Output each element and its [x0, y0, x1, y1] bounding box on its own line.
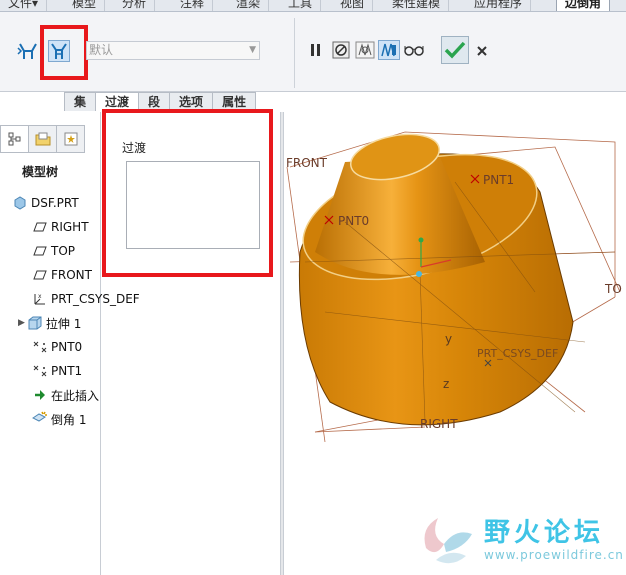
- insert-arrow-icon: [32, 387, 48, 403]
- tree-item-front[interactable]: FRONT: [32, 264, 92, 286]
- tree-item-label: PRT_CSYS_DEF: [51, 292, 140, 306]
- extrude-icon: [27, 315, 43, 331]
- tree-item-label: 在此插入: [51, 388, 100, 403]
- tab-applications[interactable]: 应用程序: [466, 0, 532, 11]
- no-preview-icon[interactable]: [331, 40, 351, 60]
- tab-model[interactable]: 模型: [64, 0, 106, 11]
- tree-item-part[interactable]: DSF.PRT: [12, 192, 79, 214]
- tree-item-csys[interactable]: x PRT_CSYS_DEF: [32, 288, 140, 310]
- set-mode-icon[interactable]: [17, 40, 39, 62]
- folder-browser-tab[interactable]: [28, 125, 57, 153]
- toolbar-separator: [294, 18, 295, 88]
- tree-item-label: TOP: [51, 244, 76, 258]
- watermark-logo-icon: [424, 518, 472, 564]
- tree-item-pnt0[interactable]: PNT0: [32, 336, 82, 358]
- tab-file[interactable]: 文件▾: [0, 0, 48, 11]
- tab-edge-chamfer[interactable]: 边倒角: [556, 0, 611, 11]
- tab-analysis[interactable]: 分析: [114, 0, 156, 11]
- watermark-url: www.proewildfire.cn: [484, 548, 624, 562]
- transitions-label: 过渡: [122, 141, 147, 155]
- tab-view[interactable]: 视图: [332, 0, 374, 11]
- model-tree-tab[interactable]: [0, 125, 29, 153]
- transitions-panel: 过渡: [102, 109, 273, 277]
- tree-item-label: FRONT: [51, 268, 92, 282]
- chevron-down-icon: ▼: [249, 45, 256, 55]
- tab-flexible-modeling[interactable]: 柔性建模: [384, 0, 450, 11]
- datum-point-icon: [32, 363, 48, 379]
- tree-item-insert-here[interactable]: 在此插入: [32, 384, 99, 406]
- tree-item-pnt1[interactable]: PNT1: [32, 360, 82, 382]
- datum-plane-icon: [32, 219, 48, 235]
- graphics-viewport[interactable]: FRONT TO RIGHT PNT0 PNT1 PRT_CSYS_DEF y …: [285, 112, 626, 575]
- csys-icon: x: [32, 291, 48, 307]
- model-tree-title: 模型树: [22, 165, 59, 179]
- separate-preview-icon[interactable]: [354, 40, 376, 60]
- dropdown-value: 默认: [89, 43, 114, 57]
- chamfer-set-dropdown[interactable]: 默认 ▼: [86, 41, 260, 60]
- tree-item-label: 倒角 1: [51, 412, 87, 427]
- datum-point-icon: [32, 339, 48, 355]
- favorites-tab[interactable]: [56, 125, 85, 153]
- tree-item-label: 拉伸 1: [45, 316, 82, 331]
- front-plane-label: FRONT: [286, 156, 328, 170]
- tab-annotate[interactable]: 注释: [172, 0, 214, 11]
- top-plane-label: TO: [604, 282, 622, 296]
- verify-preview-icon[interactable]: [378, 40, 400, 60]
- transitions-list[interactable]: [126, 161, 260, 249]
- expand-arrow-icon[interactable]: ▶: [18, 318, 25, 328]
- folder-icon: [35, 132, 50, 146]
- pause-icon[interactable]: [307, 40, 325, 60]
- datum-plane-icon: [32, 243, 48, 259]
- tab-sets[interactable]: 集: [64, 92, 97, 111]
- navigator-tabs: [0, 125, 85, 153]
- tree-item-label: PNT0: [51, 340, 83, 354]
- tab-tools[interactable]: 工具: [280, 0, 322, 11]
- tree-item-label: PNT1: [51, 364, 83, 378]
- right-plane-label: RIGHT: [420, 417, 458, 431]
- transition-mode-highlight: [40, 25, 88, 80]
- panel-splitter[interactable]: [280, 112, 284, 575]
- pnt0-label: PNT0: [338, 214, 369, 228]
- csys-label: PRT_CSYS_DEF: [477, 347, 558, 360]
- tab-render[interactable]: 渲染: [228, 0, 270, 11]
- tree-icon: [8, 132, 20, 146]
- tree-item-extrude[interactable]: ▶ 拉伸 1: [18, 312, 81, 334]
- watermark-title: 野火论坛: [484, 518, 605, 548]
- model-graphics: FRONT TO RIGHT PNT0 PNT1 PRT_CSYS_DEF y …: [286, 131, 622, 443]
- datum-plane-icon: [32, 267, 48, 283]
- chamfer-icon: [32, 411, 48, 427]
- tree-item-label: RIGHT: [51, 220, 89, 234]
- tree-item-right[interactable]: RIGHT: [32, 216, 89, 238]
- tree-item-chamfer[interactable]: 倒角 1: [32, 408, 86, 430]
- ribbon-tab-bar: 文件▾ 模型 分析 注释 渲染 工具 视图 柔性建模 应用程序 边倒角: [0, 0, 626, 12]
- cancel-x-icon[interactable]: [474, 42, 490, 60]
- axis-z-label: z: [443, 377, 449, 391]
- apply-check-icon[interactable]: [441, 36, 469, 64]
- tree-item-top[interactable]: TOP: [32, 240, 75, 262]
- part-icon: [12, 195, 28, 211]
- pnt1-label: PNT1: [483, 173, 514, 187]
- tree-item-label: DSF.PRT: [31, 196, 79, 210]
- axis-y-label: y: [445, 332, 452, 346]
- glasses-icon[interactable]: [403, 40, 425, 60]
- favorites-icon: [64, 132, 77, 146]
- svg-text:x: x: [38, 293, 42, 300]
- chamfer-toolbar: 默认 ▼: [0, 12, 626, 92]
